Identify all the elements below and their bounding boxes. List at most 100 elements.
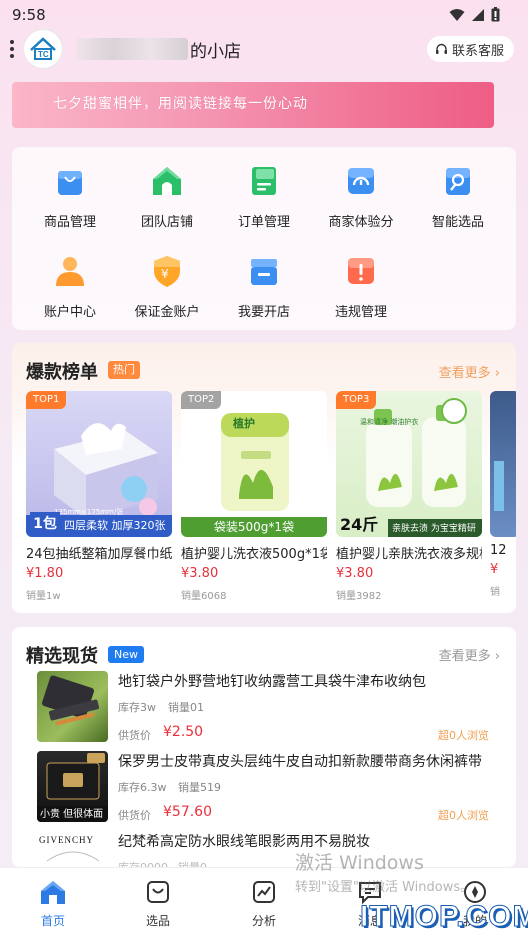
selected-goods-section: 精选现货 New 查看更多 › 地钉袋户外野营地钉收纳露营工具袋牛津布收纳包 库… [12, 627, 516, 867]
supply-price: ¥57.60 [163, 804, 212, 820]
product-sales: 销量6068 [181, 591, 227, 602]
menu-item-orders[interactable]: 订单管理 [216, 153, 312, 233]
menu-item-goods[interactable]: 商品管理 [22, 153, 118, 233]
product-stock: 库存6.3w [118, 781, 167, 794]
hot-product-card[interactable]: TOP2 植护 袋装500g*1袋 植护婴儿洗衣液500g*1袋 ¥3.80 销… [181, 391, 327, 602]
hot-product-card[interactable]: TOP3 温和清净 潮油护衣 24斤 亲肤去渍 为宝宝精研 植护婴儿亲肤洗衣液多… [336, 391, 482, 602]
product-image-badge: 24斤 [340, 515, 379, 534]
shop-avatar[interactable]: TC [24, 30, 62, 68]
product-thumbnail: 小贵 但很体面 [37, 751, 108, 822]
svg-text:TC: TC [38, 50, 49, 59]
product-sales: 销 [490, 587, 500, 598]
rank-badge: TOP1 [26, 391, 67, 409]
selected-title: 精选现货 [26, 646, 98, 667]
shield-yen-icon: ¥ [154, 256, 180, 287]
product-image-caption: 亲肤去渍 为宝宝精研 [392, 524, 476, 534]
shop-name: 的小店 [190, 42, 241, 62]
product-thumbnail [37, 671, 108, 742]
product-image: TOP1 135mm×175mm/张 1包 四层柔软 加厚320张 [26, 391, 172, 537]
bag-icon [58, 171, 82, 195]
function-grid: 商品管理 团队店铺 订单管理 商家体验分 智能选品 账户中心 ¥ 保证金账户 我… [12, 147, 516, 330]
product-title: 保罗男士皮带真皮头层纯牛皮自动扣新款腰带商务休闲裤带 [118, 754, 482, 770]
hot-list-title: 爆款榜单 [26, 362, 98, 383]
product-stock: 库存3w [118, 701, 156, 714]
hot-list-section: 爆款榜单 热门 查看更多 › TOP1 135mm×175mm/张 1包 四层柔… [12, 343, 516, 613]
menu-item-smart-select[interactable]: 智能选品 [410, 153, 506, 233]
select-icon [147, 881, 169, 903]
product-image-top-text: 温和清净 潮油护衣 [360, 418, 419, 426]
status-time: 9:58 [12, 6, 46, 24]
product-thumbnail: GIVENCHY [37, 831, 108, 867]
menu-item-violations[interactable]: 违规管理 [313, 243, 409, 323]
menu-item-label: 商品管理 [43, 215, 96, 230]
menu-item-team-store[interactable]: 团队店铺 [119, 153, 215, 233]
customer-service-button[interactable]: 联系客服 [426, 36, 514, 62]
windows-activation-watermark: 激活 Windows [295, 852, 424, 874]
headset-icon [435, 43, 447, 54]
store-icon [251, 259, 277, 285]
product-image-badge: 1包 [30, 512, 60, 536]
menu-item-deposit[interactable]: ¥ 保证金账户 [119, 243, 215, 323]
status-icons [449, 7, 500, 22]
product-name: 24包抽纸整箱加厚餐巾纸 [26, 547, 172, 562]
hot-view-more-link[interactable]: 查看更多 › [439, 362, 500, 381]
gauge-icon [348, 168, 374, 194]
product-sold: 销量01 [168, 701, 204, 714]
list-item[interactable]: GIVENCHY 纪梵希高定防水眼线笔眼影两用不易脱妆 库存0000 销量0 [37, 831, 507, 867]
menu-item-label: 智能选品 [431, 215, 484, 230]
shop-header: TC 的小店 联系客服 [0, 28, 528, 70]
product-price: ¥3.80 [181, 566, 219, 581]
menu-item-label: 商家体验分 [328, 215, 394, 230]
supply-price-label: 供货价 [118, 809, 151, 822]
product-name: 植护婴儿洗衣液500g*1袋 [181, 547, 327, 562]
signal-icon [472, 8, 484, 21]
product-title: 地钉袋户外野营地钉收纳露营工具袋牛津布收纳包 [118, 674, 426, 690]
menu-item-label: 订单管理 [237, 215, 290, 230]
customer-service-label: 联系客服 [451, 43, 504, 59]
list-item[interactable]: 地钉袋户外野营地钉收纳露营工具袋牛津布收纳包 库存3w 销量01 供货价 ¥2.… [37, 671, 507, 749]
selected-view-more-link[interactable]: 查看更多 › [439, 645, 500, 664]
product-sold: 销量0 [178, 859, 207, 867]
tab-analysis[interactable]: 分析 [229, 878, 299, 929]
menu-item-merchant-score[interactable]: 商家体验分 [313, 153, 409, 233]
hot-product-card[interactable]: 12 ¥ 销 [490, 391, 516, 598]
warning-icon [348, 258, 374, 284]
new-tag: New [108, 646, 144, 663]
menu-item-label: 团队店铺 [140, 215, 193, 230]
wifi-icon [449, 8, 465, 21]
view-count: 超0人浏览 [438, 809, 489, 822]
status-bar: 9:58 [0, 0, 528, 30]
battery-icon [491, 7, 500, 22]
promo-banner[interactable]: 七夕甜蜜相伴，用阅读链接每一份心动 [12, 82, 494, 128]
product-sold: 销量519 [178, 781, 221, 794]
product-thumbnail-caption: 小贵 但很体面 [40, 809, 104, 820]
product-image-caption: 四层柔软 加厚320张 [64, 519, 166, 532]
product-price: ¥3.80 [336, 566, 374, 581]
tab-select[interactable]: 选品 [123, 878, 193, 929]
windows-activation-hint: 转到"设置"以激活 Windows。 [295, 880, 474, 895]
menu-item-label: 账户中心 [43, 305, 96, 320]
list-item[interactable]: 小贵 但很体面 保罗男士皮带真皮头层纯牛皮自动扣新款腰带商务休闲裤带 库存6.3… [37, 751, 507, 829]
rank-badge: TOP3 [336, 391, 377, 409]
site-watermark: ITMOP.COM [359, 900, 528, 934]
chart-icon [253, 881, 275, 903]
product-name: 12 [490, 543, 507, 558]
supply-price-label: 供货价 [118, 729, 151, 742]
tab-label: 首页 [40, 914, 65, 928]
user-icon [56, 257, 84, 286]
product-stock: 库存0000 [118, 859, 168, 867]
hot-product-card[interactable]: TOP1 135mm×175mm/张 1包 四层柔软 加厚320张 24包抽纸整… [26, 391, 172, 602]
menu-item-label: 违规管理 [334, 305, 387, 320]
menu-item-account[interactable]: 账户中心 [22, 243, 118, 323]
home-icon [41, 881, 65, 904]
more-menu-icon[interactable] [9, 40, 15, 58]
menu-item-open-store[interactable]: 我要开店 [216, 243, 312, 323]
shop-logo-icon: TC [30, 37, 56, 60]
product-name: 植护婴儿亲肤洗衣液多规格 [336, 547, 482, 562]
banner-text: 七夕甜蜜相伴，用阅读链接每一份心动 [53, 96, 308, 112]
magnifier-icon [446, 168, 470, 195]
product-price: ¥ [490, 562, 499, 577]
hot-tag: 热门 [108, 361, 140, 379]
tab-home[interactable]: 首页 [18, 878, 88, 929]
supply-price: ¥2.50 [163, 724, 204, 740]
